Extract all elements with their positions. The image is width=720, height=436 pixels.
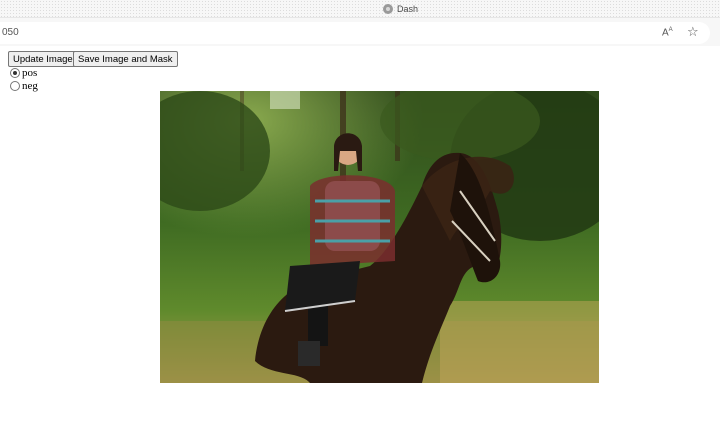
- photo-woman-on-horse: [160, 91, 599, 383]
- reader-mode-letter: A: [662, 27, 669, 39]
- radio-option-neg[interactable]: neg: [10, 79, 38, 92]
- tab-title[interactable]: Dash: [383, 2, 418, 15]
- radio-pos-input[interactable]: [10, 67, 20, 78]
- image-canvas[interactable]: [160, 91, 599, 383]
- page-content: Update Image Save Image and Mask pos neg: [0, 47, 720, 436]
- radio-pos-label: pos: [22, 66, 38, 79]
- star-icon[interactable]: ☆: [687, 25, 699, 40]
- url-text[interactable]: 050: [2, 27, 19, 38]
- radio-neg-label: neg: [22, 79, 38, 92]
- radio-neg-input[interactable]: [10, 80, 20, 91]
- dash-favicon-icon: [383, 3, 393, 14]
- update-image-button[interactable]: Update Image: [8, 51, 78, 67]
- browser-toolbar: 050 AA ☆: [0, 18, 720, 46]
- address-bar[interactable]: 050 AA ☆: [0, 22, 710, 44]
- reader-mode-icon[interactable]: AA: [662, 27, 673, 38]
- browser-title-bar: Dash: [0, 0, 720, 18]
- tab-title-label: Dash: [397, 3, 419, 14]
- radio-option-pos[interactable]: pos: [10, 66, 37, 79]
- save-image-and-mask-button[interactable]: Save Image and Mask: [73, 51, 178, 67]
- reader-mode-superscript: A: [668, 27, 673, 33]
